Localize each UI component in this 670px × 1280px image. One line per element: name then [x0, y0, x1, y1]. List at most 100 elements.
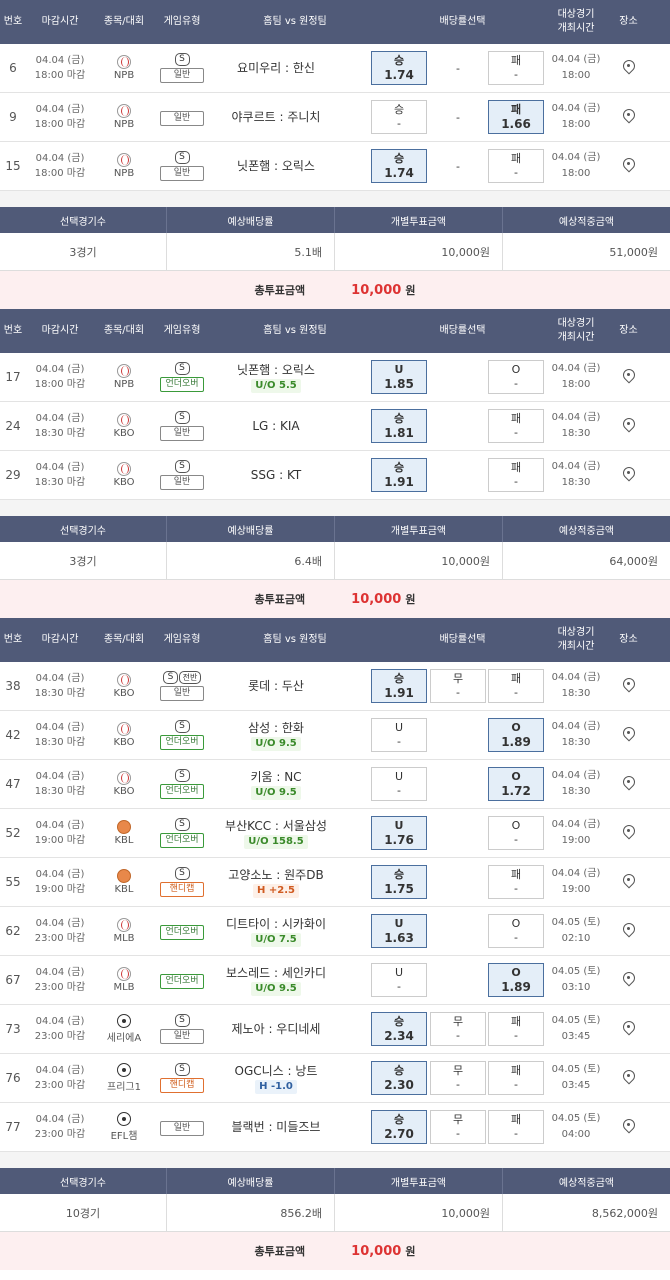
map-pin-icon[interactable] [623, 1070, 635, 1087]
expected-odds: 5.1배 [166, 233, 334, 270]
location-cell[interactable] [607, 93, 650, 141]
col-no: 번호 [3, 325, 23, 336]
odds-button[interactable]: 패- [488, 149, 544, 183]
map-pin-icon[interactable] [623, 972, 635, 989]
map-pin-icon[interactable] [623, 874, 635, 891]
odds-button[interactable]: U 1.85 [371, 360, 427, 394]
line-value: U/O 9.5 [251, 736, 301, 751]
odds-button[interactable]: 무- [430, 1012, 486, 1046]
game-number: 73 [5, 1022, 21, 1036]
type-cell: S 언더오버 [154, 809, 210, 857]
odds-button[interactable]: 승- [371, 100, 427, 134]
odds-button[interactable]: O- [488, 816, 544, 850]
location-cell[interactable] [607, 907, 650, 955]
game-time: 04.04 (금) 18:30 [551, 672, 601, 699]
odds-button[interactable]: 승 1.75 [371, 865, 427, 899]
map-pin-icon[interactable] [623, 158, 635, 175]
game-type-badge: 언더오버 [160, 735, 204, 750]
bet-amount: 10,000원 [334, 542, 502, 579]
map-pin-icon[interactable] [623, 776, 635, 793]
location-cell[interactable] [607, 451, 650, 499]
matchup: 닛폰햄 : 오릭스 [237, 362, 315, 377]
odds-button[interactable]: 승 1.91 [371, 458, 427, 492]
map-pin-icon[interactable] [623, 60, 635, 77]
line-value: U/O 5.5 [251, 378, 301, 393]
odds-button[interactable]: 패- [488, 458, 544, 492]
league-cell: KBO [94, 662, 154, 710]
location-cell[interactable] [607, 1103, 650, 1151]
odds-button[interactable]: U- [371, 963, 427, 997]
location-cell[interactable] [607, 858, 650, 906]
location-cell[interactable] [607, 402, 650, 450]
odds-button[interactable]: 패- [488, 1061, 544, 1095]
location-cell[interactable] [607, 353, 650, 401]
odds-button[interactable]: 패- [488, 669, 544, 703]
odds-button[interactable]: O- [488, 360, 544, 394]
odds-button[interactable]: 패- [488, 51, 544, 85]
location-cell[interactable] [607, 1054, 650, 1102]
map-pin-icon[interactable] [623, 678, 635, 695]
location-cell[interactable] [607, 760, 650, 808]
odds-button[interactable]: 승 1.74 [371, 149, 427, 183]
type-cell: S 핸디캡 [154, 1054, 210, 1102]
odds-button[interactable]: 무- [430, 1061, 486, 1095]
section-gap [0, 191, 670, 207]
odds-button[interactable]: 승 1.81 [371, 409, 427, 443]
selected-count: 3경기 [69, 554, 97, 568]
odds-button[interactable]: 승 1.74 [371, 51, 427, 85]
col-odds: 배당률선택 [439, 16, 486, 27]
location-cell[interactable] [607, 44, 650, 92]
odds-button[interactable]: U- [371, 767, 427, 801]
col-league: 종목/대회 [103, 325, 145, 336]
odds-button[interactable]: U- [371, 718, 427, 752]
matchup: 키움 : NC [250, 769, 302, 784]
game-time: 04.04 (금) 19:00 [551, 819, 601, 846]
teams-cell: 키움 : NC U/O 9.5 [210, 760, 360, 808]
map-pin-icon[interactable] [623, 923, 635, 940]
game-time: 04.04 (금) 18:30 [551, 412, 601, 439]
game-type-badge: 일반 [160, 110, 204, 126]
map-pin-icon[interactable] [623, 825, 635, 842]
map-pin-icon[interactable] [623, 467, 635, 484]
map-pin-icon[interactable] [623, 418, 635, 435]
close-time: 04.04 (금) 23:00 마감 [34, 967, 86, 993]
game-number: 24 [5, 419, 21, 433]
odds-button[interactable]: U 1.63 [371, 914, 427, 948]
baseball-icon [117, 462, 131, 476]
location-cell[interactable] [607, 809, 650, 857]
odds-button[interactable]: 승 1.91 [371, 669, 427, 703]
odds-button[interactable]: O- [488, 914, 544, 948]
map-pin-icon[interactable] [623, 369, 635, 386]
type-cell: 언더오버 [154, 907, 210, 955]
table-row: 55 04.04 (금) 19:00 마감 KBL S 핸디캡 고양소노 : 원주DB H +… [0, 858, 670, 907]
odds-button[interactable]: 승 2.30 [371, 1061, 427, 1095]
map-pin-icon[interactable] [623, 1119, 635, 1136]
map-pin-icon[interactable] [623, 109, 635, 126]
location-cell[interactable] [607, 662, 650, 710]
teams-cell: 고양소노 : 원주DB H +2.5 [210, 858, 360, 906]
odds-button[interactable]: 승 2.34 [371, 1012, 427, 1046]
odds-button[interactable]: 패 1.66 [488, 100, 544, 134]
map-pin-icon[interactable] [623, 1021, 635, 1038]
odds-button[interactable]: O 1.89 [488, 963, 544, 997]
baseball-icon [117, 153, 131, 167]
table-row: 38 04.04 (금) 18:30 마감 KBO S 전반 일반 롯데 : 두산 승 1.91 무… [0, 662, 670, 711]
map-pin-icon[interactable] [623, 727, 635, 744]
location-cell[interactable] [607, 711, 650, 759]
odds-button[interactable]: 무- [430, 669, 486, 703]
odds-button[interactable]: 패- [488, 1110, 544, 1144]
location-cell[interactable] [607, 956, 650, 1004]
odds-button[interactable]: 패- [488, 1012, 544, 1046]
odds-button[interactable]: 무- [430, 1110, 486, 1144]
odds-button[interactable]: O 1.72 [488, 767, 544, 801]
baseball-icon [117, 967, 131, 981]
baseball-icon [117, 771, 131, 785]
baseball-icon [117, 722, 131, 736]
odds-button[interactable]: 패- [488, 865, 544, 899]
odds-button[interactable]: 패- [488, 409, 544, 443]
odds-button[interactable]: 승 2.70 [371, 1110, 427, 1144]
location-cell[interactable] [607, 1005, 650, 1053]
odds-button[interactable]: U 1.76 [371, 816, 427, 850]
odds-button[interactable]: O 1.89 [488, 718, 544, 752]
location-cell[interactable] [607, 142, 650, 190]
